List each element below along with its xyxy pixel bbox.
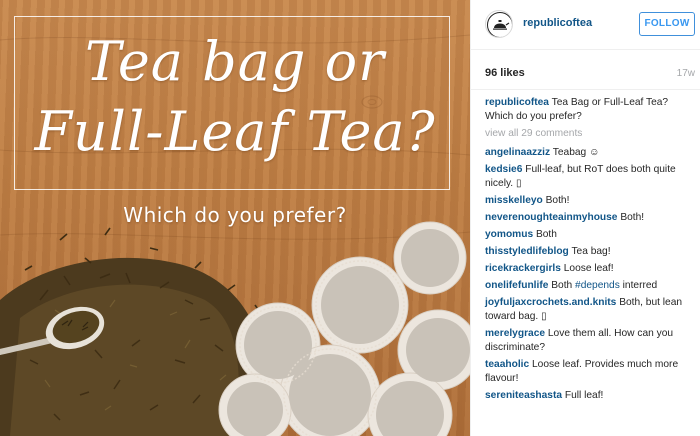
post-title-line-1: Tea bag or <box>85 30 385 93</box>
list-item: merelygrace Love them all. How can you d… <box>485 327 695 355</box>
post-age: 17w <box>676 68 695 79</box>
list-item: yomomus Both <box>485 228 695 242</box>
list-item: sereniteashasta Full leaf! <box>485 389 695 403</box>
list-item: angelinaazziz Teabag ☺ <box>485 146 695 160</box>
teapot-logo-icon <box>487 12 512 37</box>
list-item: misskelleyo Both! <box>485 194 695 208</box>
list-item: ricekrackergirls Loose leaf! <box>485 262 695 276</box>
post-subtitle: Which do you prefer? <box>123 203 347 227</box>
comment-username[interactable]: joyfuljaxcrochets.and.knits <box>485 297 616 308</box>
comment-username[interactable]: angelinaazziz <box>485 147 550 158</box>
comments-panel: republicoftea FOLLOW 96 likes 17w republ… <box>470 0 700 436</box>
tea-bags <box>218 221 470 436</box>
comment-username[interactable]: teaaholic <box>485 359 529 370</box>
comment-username[interactable]: misskelleyo <box>485 195 543 206</box>
comment-username[interactable]: ricekrackergirls <box>485 263 561 274</box>
list-item: thisstyledlifeblog Tea bag! <box>485 245 695 259</box>
likes-row: 96 likes 17w <box>471 50 700 90</box>
comment-username[interactable]: thisstyledlifeblog <box>485 246 569 257</box>
comment-username[interactable]: kedsie6 <box>485 164 522 175</box>
list-item: kedsie6 Full-leaf, but RoT does both qui… <box>485 163 695 191</box>
comment-text: interred <box>622 280 658 291</box>
comment-text-pre: Both <box>551 280 573 291</box>
avatar[interactable] <box>485 10 513 38</box>
comment-username[interactable]: merelygrace <box>485 328 545 339</box>
comment-username[interactable]: sereniteashasta <box>485 390 562 401</box>
comment-text: Teabag ☺ <box>552 147 600 158</box>
view-all-comments-link[interactable]: view all 29 comments <box>485 127 695 141</box>
comments-list: republicoftea Tea Bag or Full-Leaf Tea? … <box>485 96 695 406</box>
comment-username[interactable]: onelifefunlife <box>485 280 548 291</box>
comment-text: Both! <box>545 195 570 206</box>
caption: republicoftea Tea Bag or Full-Leaf Tea? … <box>485 96 695 124</box>
post-header: republicoftea FOLLOW <box>471 0 700 50</box>
post-title-line-2: Full-Leaf Tea? <box>34 100 436 163</box>
follow-button[interactable]: FOLLOW <box>639 12 695 36</box>
post-image[interactable]: Tea bag or Full-Leaf Tea? Which do you p… <box>0 0 470 436</box>
list-item: onelifefunlife Both #depends interred <box>485 279 695 293</box>
list-item: neverenoughteainmyhouse Both! <box>485 211 695 225</box>
list-item: joyfuljaxcrochets.and.knits Both, but le… <box>485 296 695 324</box>
caption-username[interactable]: republicoftea <box>485 97 549 108</box>
comment-username[interactable]: neverenoughteainmyhouse <box>485 212 617 223</box>
comment-text: Both! <box>620 212 645 223</box>
comment-text: Loose leaf! <box>563 263 614 274</box>
list-item: teaaholic Loose leaf. Provides much more… <box>485 358 695 386</box>
comment-text: Both <box>535 229 557 240</box>
comment-username[interactable]: yomomus <box>485 229 533 240</box>
post-username[interactable]: republicoftea <box>523 17 592 29</box>
likes-count[interactable]: 96 likes <box>485 67 525 79</box>
comment-text: Tea bag! <box>571 246 611 257</box>
comment-text: Full leaf! <box>564 390 604 401</box>
hashtag-link[interactable]: #depends <box>575 280 620 291</box>
